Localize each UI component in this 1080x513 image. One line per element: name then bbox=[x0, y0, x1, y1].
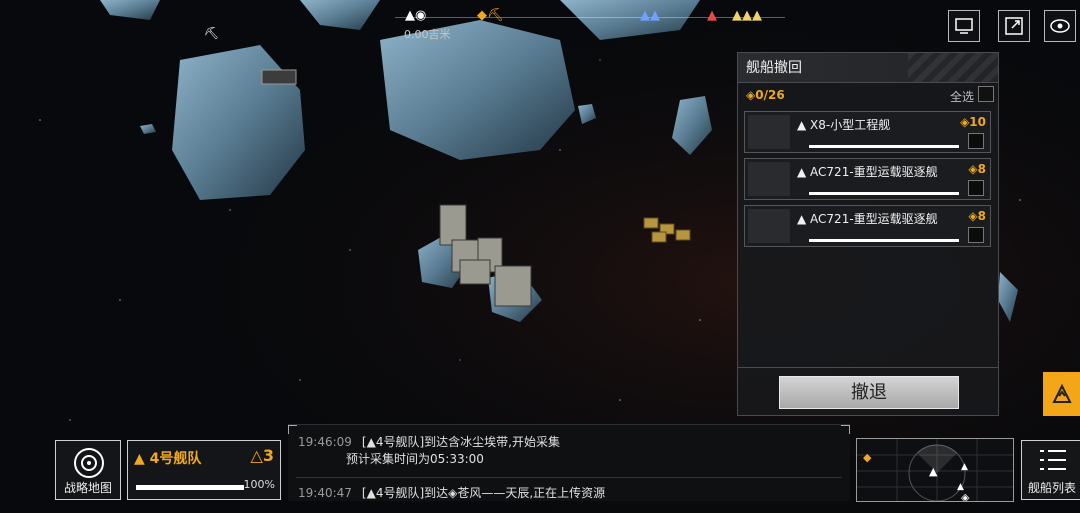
select-all-checkbox[interactable] bbox=[978, 86, 994, 102]
ship-cost-value: 8 bbox=[977, 209, 986, 223]
distance-label: 0.00吉米 bbox=[404, 28, 451, 41]
ship-checkbox[interactable] bbox=[968, 227, 984, 243]
ship-name-text: X8-小型工程舰 bbox=[810, 118, 891, 132]
panel-title-text: 舰船撤回 bbox=[746, 60, 802, 76]
ship-cost: ◈8 bbox=[968, 162, 986, 176]
select-all-label: 全选 bbox=[949, 90, 974, 104]
screen-share-icon bbox=[955, 18, 973, 34]
view-toggle-button[interactable] bbox=[1044, 10, 1076, 42]
ship-thumbnail bbox=[748, 209, 790, 243]
fleet-number-value: 3 bbox=[262, 446, 274, 465]
strategy-map-button[interactable]: 战略地图 bbox=[55, 440, 121, 500]
ship-name-text: AC721-重型运载驱逐舰 bbox=[810, 212, 938, 226]
external-link-button[interactable] bbox=[998, 10, 1030, 42]
svg-text:▲: ▲ bbox=[961, 462, 968, 472]
ship-row[interactable]: ▲ AC721-重型运载驱逐舰 ◈8 bbox=[744, 158, 991, 200]
log-text: [▲4号舰队]到达含冰尘埃带,开始采集 bbox=[361, 435, 560, 449]
station bbox=[261, 69, 297, 85]
ship-name: ▲ X8-小型工程舰 bbox=[797, 118, 891, 132]
ship-checkbox[interactable] bbox=[968, 133, 984, 149]
ship-hp-bar bbox=[809, 145, 959, 148]
ship-recall-panel: 舰船撤回 ◈0/26 全选 ▲ X8-小型工程舰 ◈10 ▲ AC721-重型运… bbox=[737, 52, 999, 416]
fleet-number: △3 bbox=[250, 446, 274, 465]
outpost-marker-icon[interactable]: ⛏ bbox=[204, 26, 219, 40]
ship-name-text: AC721-重型运载驱逐舰 bbox=[810, 165, 938, 179]
base-marker-icon[interactable]: ▲◉ bbox=[405, 8, 426, 23]
log-entry-detail: 预计采集时间为05:33:00 bbox=[346, 452, 484, 466]
log-entry: 19:40:47 [▲4号舰队]到达◈苍风——天辰,正在上传资源 bbox=[298, 484, 605, 501]
log-entry: 19:46:09 [▲4号舰队]到达含冰尘埃带,开始采集 bbox=[298, 433, 560, 450]
ship-thumbnail bbox=[748, 115, 790, 149]
radar-icon bbox=[74, 448, 104, 478]
ship-cost-value: 8 bbox=[977, 162, 986, 176]
panel-title: 舰船撤回 bbox=[738, 53, 998, 83]
ally-fleet-marker-icon[interactable]: ▲▲ bbox=[640, 8, 660, 23]
svg-text:◆: ◆ bbox=[863, 451, 872, 464]
screen-share-button[interactable] bbox=[948, 10, 980, 42]
ship-hp-bar bbox=[809, 192, 959, 195]
ship-cost: ◈10 bbox=[960, 115, 986, 129]
top-nav-strip: ▲◉ ◆⛏ ▲▲ ▲ ▲▲▲ bbox=[395, 6, 785, 28]
divider bbox=[738, 367, 998, 368]
eye-icon bbox=[1050, 19, 1070, 33]
ship-list-label: 舰船列表 bbox=[1028, 481, 1077, 495]
fleet-card[interactable]: ▲ 4号舰队 △3 100% bbox=[127, 440, 281, 500]
ship-checkbox[interactable] bbox=[968, 180, 984, 196]
minimap[interactable]: ◆ ▲ ▲ ▲ ◈ bbox=[856, 438, 1014, 502]
fleet-name-text: 4号舰队 bbox=[149, 451, 202, 467]
enemy-fleet-marker-icon[interactable]: ▲ bbox=[707, 8, 717, 23]
ship-name: ▲ AC721-重型运载驱逐舰 bbox=[797, 165, 938, 179]
side-action-button[interactable] bbox=[1043, 372, 1080, 416]
event-log: 19:46:09 [▲4号舰队]到达含冰尘埃带,开始采集 预计采集时间为05:33… bbox=[288, 424, 850, 501]
ship-cost: ◈8 bbox=[968, 209, 986, 223]
retreat-button[interactable]: 撤退 bbox=[779, 376, 959, 409]
cost-icon: ◈ bbox=[746, 88, 756, 102]
ship-cost-value: 10 bbox=[969, 115, 986, 129]
resource-marker-icon[interactable]: ▲▲▲ bbox=[732, 8, 762, 23]
list-icon bbox=[1040, 450, 1066, 470]
fleet-name: ▲ 4号舰队 bbox=[134, 451, 202, 467]
minimap-canvas: ◆ ▲ ▲ ▲ ◈ bbox=[857, 439, 1013, 502]
log-time: 19:46:09 bbox=[298, 435, 352, 449]
fleet-hp-percent: 100% bbox=[243, 478, 275, 491]
fleet-command-icon bbox=[1051, 383, 1072, 403]
ship-name: ▲ AC721-重型运载驱逐舰 bbox=[797, 212, 938, 226]
ship-row[interactable]: ▲ AC721-重型运载驱逐舰 ◈8 bbox=[744, 205, 991, 247]
external-link-icon bbox=[1005, 17, 1023, 35]
ship-hp-bar bbox=[809, 239, 959, 242]
ship-row[interactable]: ▲ X8-小型工程舰 ◈10 bbox=[744, 111, 991, 153]
log-time: 19:40:47 bbox=[298, 486, 352, 500]
mining-marker-icon[interactable]: ◆⛏ bbox=[477, 8, 504, 23]
strategy-map-label: 战略地图 bbox=[63, 481, 112, 495]
recall-count: ◈0/26 bbox=[746, 88, 785, 102]
ship-list-button[interactable]: 舰船列表 bbox=[1021, 440, 1080, 500]
svg-text:▲: ▲ bbox=[929, 465, 938, 478]
fleet-hp-bar bbox=[136, 485, 244, 490]
svg-text:◈: ◈ bbox=[961, 491, 970, 502]
log-text: [▲4号舰队]到达◈苍风——天辰,正在上传资源 bbox=[361, 486, 606, 500]
ship-thumbnail bbox=[748, 162, 790, 196]
recall-count-value: 0/26 bbox=[755, 88, 785, 102]
